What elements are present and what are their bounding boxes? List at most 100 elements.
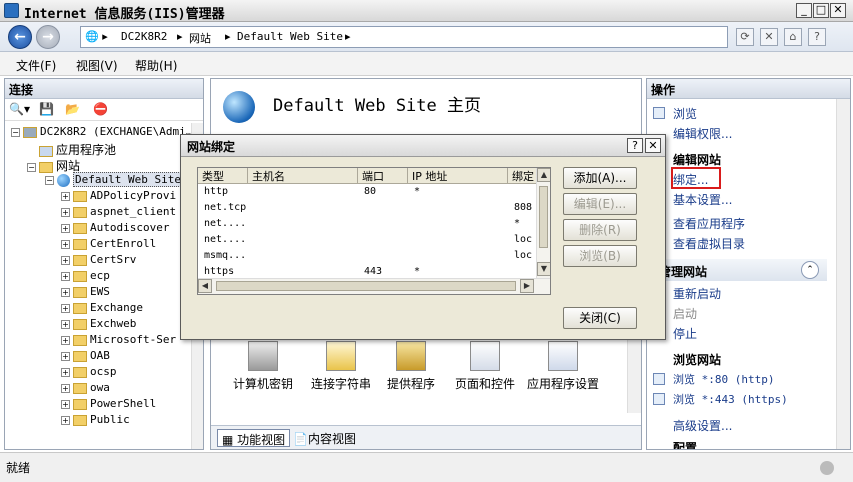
folder-icon [73,382,87,394]
tree-node-folder[interactable]: + Autodiscover [61,221,169,237]
table-cell: loc [514,234,533,245]
tree-node-folder[interactable]: + Exchange [61,301,143,317]
up-icon[interactable]: 📂 [65,102,80,116]
actions-header: 操作 [647,79,850,99]
tree-node-sites[interactable]: − 网站 [27,157,80,173]
bindings-table[interactable]: 类型 主机名 端口 IP 地址 绑定 http 80 * net.tcp 808 net.… [197,167,551,295]
action-view-applications[interactable]: 查看应用程序 [673,215,745,232]
remove-binding-button[interactable]: 删除(R) [563,219,637,241]
stop-icon[interactable]: ✕ [760,28,778,46]
tree-node-folder[interactable]: + Exchweb [61,317,136,333]
feature-pages-controls[interactable]: 页面和控件 [445,341,525,392]
actions-scrollbar[interactable] [836,99,850,449]
connections-pane: 连接 🔍▾ 💾 📂 ⛔ − DC2K8R2 (EXCHANGE\Admi… 应用程… [4,78,204,450]
scroll-left-icon[interactable]: ◀ [198,279,212,293]
breadcrumb-site[interactable]: Default Web Site [237,30,343,43]
table-cell: http [204,186,229,197]
action-browse-80[interactable]: 浏览 *:80 (http) [673,371,774,387]
action-restart[interactable]: 重新启动 [673,285,721,302]
column-header-port[interactable]: 端口 [358,168,408,184]
column-header-binding[interactable]: 绑定 [508,168,538,184]
help-icon[interactable]: ? [808,28,826,46]
menu-file[interactable]: 文件(F) [16,57,56,74]
column-header-hostname[interactable]: 主机名 [248,168,358,184]
machine-key-icon [248,341,278,371]
browse-binding-button[interactable]: 浏览(B) [563,245,637,267]
tree-node-server[interactable]: − DC2K8R2 (EXCHANGE\Admi… [11,125,192,141]
table-cell: net.... [204,234,247,245]
menu-help[interactable]: 帮助(H) [135,57,177,74]
browse-icon [653,393,665,405]
back-button[interactable]: ← [8,25,32,49]
tree-node-folder[interactable]: + ocsp [61,365,117,381]
tree-node-folder[interactable]: + PowerShell [61,397,156,413]
tree-node-folder[interactable]: + ADPolicyProvi [61,189,176,205]
close-button[interactable]: ✕ [830,3,846,18]
dialog-help-button[interactable]: ? [627,138,643,153]
action-advanced-settings[interactable]: 高级设置... [673,417,732,434]
address-bar[interactable]: 🌐 ▸ DC2K8R2 ▸ 网站 ▸ Default Web Site ▸ [80,26,728,48]
tree-node-folder[interactable]: + CertSrv [61,253,136,269]
scroll-down-icon[interactable]: ▼ [537,262,550,276]
table-cell: net.tcp [204,202,247,213]
tree-node-folder[interactable]: + OAB [61,349,110,365]
table-vertical-scrollbar[interactable]: ▲ ▼ [536,168,550,278]
dialog-close-button[interactable]: ✕ [645,138,661,153]
action-basic-settings[interactable]: 基本设置... [673,191,732,208]
tree-node-folder[interactable]: + owa [61,381,110,397]
tree-node-folder[interactable]: + Public [61,413,130,429]
tree-node-folder[interactable]: + aspnet_client [61,205,176,221]
table-cell: 80 [364,186,377,197]
action-view-virtual-dirs[interactable]: 查看虚拟目录 [673,235,745,252]
tree-node-folder[interactable]: + ecp [61,269,110,285]
breadcrumb-sites[interactable]: 网站 [189,30,211,46]
tree-node-folder[interactable]: + EWS [61,285,110,301]
iis-app-icon [4,3,19,18]
forward-button[interactable]: → [36,25,60,49]
close-dialog-button[interactable]: 关闭(C) [563,307,637,329]
action-edit-permissions[interactable]: 编辑权限... [673,125,732,142]
action-browse[interactable]: 浏览 [673,105,697,122]
breadcrumb-server[interactable]: DC2K8R2 [121,30,167,43]
maximize-button[interactable]: □ [813,3,829,18]
tree-node-app-pools[interactable]: 应用程序池 [27,141,116,157]
table-cell [358,234,408,250]
edit-binding-button[interactable]: 编辑(E)... [563,193,637,215]
table-cell [358,218,408,234]
actions-pane: 操作 浏览 编辑权限... 编辑网站 绑定... 基本设置... 查看应用程序 … [646,78,851,450]
features-view-icon: ▦ [222,433,234,447]
refresh-icon[interactable]: ⟳ [736,28,754,46]
feature-providers[interactable]: 提供程序 [371,341,451,392]
scroll-right-icon[interactable]: ▶ [520,279,534,293]
feature-connection-strings[interactable]: 连接字符串 [301,341,381,392]
tree-node-folder[interactable]: + CertEnroll [61,237,156,253]
connect-icon[interactable]: 🔍▾ [9,102,30,116]
menu-view[interactable]: 视图(V) [76,57,118,74]
save-icon[interactable]: 💾 [39,102,54,116]
folder-icon [73,222,87,234]
table-cell [248,186,358,202]
home-icon[interactable]: ⌂ [784,28,802,46]
action-bindings[interactable]: 绑定... [673,171,708,188]
site-globe-icon [223,91,255,123]
tree-node-folder[interactable]: + Microsoft-Ser [61,333,176,349]
column-header-type[interactable]: 类型 [198,168,248,184]
action-browse-443[interactable]: 浏览 *:443 (https) [673,391,788,407]
action-start[interactable]: 启动 [673,305,697,322]
folder-icon [73,350,87,362]
window-titlebar: Internet 信息服务(IIS)管理器 _ □ ✕ [0,0,853,22]
tab-features-view[interactable]: ▦ 功能视图 [217,429,291,447]
minimize-button[interactable]: _ [796,3,812,18]
table-horizontal-scrollbar[interactable]: ◀ ▶ [198,278,550,294]
scroll-up-icon[interactable]: ▲ [537,168,550,182]
action-stop[interactable]: 停止 [673,325,697,342]
tab-content-view[interactable]: 📄内容视图 [289,429,360,447]
add-binding-button[interactable]: 添加(A)... [563,167,637,189]
column-header-ip[interactable]: IP 地址 [408,168,508,184]
tree-node-default-web-site[interactable]: − Default Web Site [45,172,183,189]
folder-icon [73,414,87,426]
disconnect-icon[interactable]: ⛔ [93,102,108,116]
feature-machine-key[interactable]: 计算机密钥 [223,341,303,392]
feature-app-settings[interactable]: 应用程序设置 [521,341,605,392]
collapse-icon[interactable]: ⌃ [801,261,819,279]
